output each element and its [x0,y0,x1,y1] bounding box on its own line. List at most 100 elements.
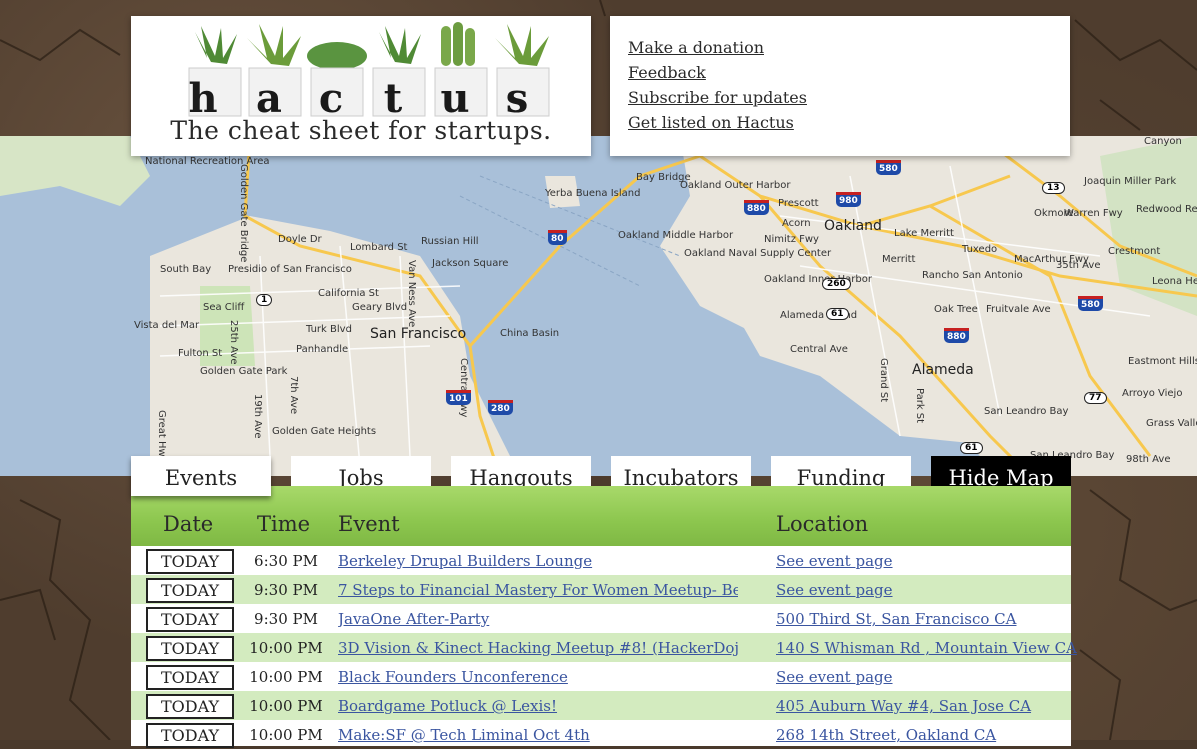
map-label: Lombard St [350,242,408,253]
location-link[interactable]: 500 Third St, San Francisco CA [776,610,1016,628]
tagline: The cheat sheet for startups. [170,116,552,145]
map-label: Doyle Dr [278,234,322,245]
route-oval-icon: 61 [826,308,849,320]
map-label: Golden Gate Park [200,366,288,377]
map-label: Fulton St [178,348,223,359]
map-label: Arroyo Viejo [1122,388,1183,399]
interstate-shield-icon: 880 [744,200,769,215]
event-link[interactable]: Berkeley Drupal Builders Lounge [338,552,738,570]
map-city: Oakland [824,218,882,234]
us-route-shield-icon: 101 [446,390,471,405]
hactus-logo-icon[interactable]: h a c t u s [179,22,551,122]
table-row: TODAY 10:00 PM Black Founders Unconferen… [131,662,1071,691]
interstate-shield-icon: 980 [836,192,861,207]
logo-letter: t [384,75,403,122]
event-time: 9:30 PM [254,610,318,628]
map-label: Vista del Mar [134,320,200,331]
table-row: TODAY 6:30 PM Berkeley Drupal Builders L… [131,546,1071,575]
map-label: California St [318,288,379,299]
route-oval-icon: 1 [256,294,273,306]
table-header: Date Time Event Location [131,486,1071,546]
feedback-link[interactable]: Feedback [628,63,706,82]
event-link[interactable]: Make:SF @ Tech Liminal Oct 4th [338,726,738,744]
events-table: Date Time Event Location TODAY 6:30 PM B… [131,486,1077,749]
event-link[interactable]: 7 Steps to Financial Mastery For Women M… [338,581,738,599]
map-label: Central Fwy [458,358,469,418]
map-label: Prescott [778,198,819,209]
event-link[interactable]: JavaOne After-Party [338,610,738,628]
route-oval-icon: 13 [1042,182,1065,194]
map-label: Joaquin Miller Park [1084,176,1177,187]
links-card: Make a donation Feedback Subscribe for u… [610,16,1070,156]
event-time: 10:00 PM [249,697,323,715]
table-row: TODAY 10:00 PM Make:SF @ Tech Liminal Oc… [131,720,1071,749]
event-link[interactable]: Black Founders Unconference [338,668,738,686]
subscribe-link[interactable]: Subscribe for updates [628,88,807,107]
tab-events[interactable]: Events [131,456,271,496]
map-label: South Bay [160,264,212,275]
map-label: Grand St [878,358,889,403]
logo-letter: a [256,75,282,122]
interstate-shield-icon: 880 [944,328,969,343]
map-label: 19th Ave [252,394,263,439]
date-badge: TODAY [146,578,234,603]
event-link[interactable]: Boardgame Potluck @ Lexis! [338,697,738,715]
location-link[interactable]: 268 14th Street, Oakland CA [776,726,996,744]
bay-area-map[interactable]: National Recreation Area Golden Gate Bri… [0,136,1197,476]
donation-link[interactable]: Make a donation [628,38,764,57]
map-label: China Basin [500,328,560,339]
map-label: Jackson Square [432,258,509,269]
route-oval-icon: 77 [1084,392,1107,404]
map-label: Fruitvale Ave [986,304,1051,315]
map-label: Golden Gate Bridge [238,164,249,263]
map-label: 98th Ave [1126,454,1171,465]
event-time: 9:30 PM [254,581,318,599]
map-label: Golden Gate Heights [272,426,377,437]
map-label: Oak Tree [934,304,978,315]
map-label: Acorn [782,218,811,229]
map-label: Presidio of San Francisco [228,264,352,275]
event-time: 6:30 PM [254,552,318,570]
logo-letter: h [188,75,217,122]
logo-letter: s [506,75,529,122]
map-label: Crestmont [1108,246,1161,257]
logo-letter: c [319,75,343,122]
table-row: TODAY 9:30 PM 7 Steps to Financial Maste… [131,575,1071,604]
event-time: 10:00 PM [249,639,323,657]
table-row: TODAY 9:30 PM JavaOne After-Party 500 Th… [131,604,1071,633]
location-link[interactable]: See event page [776,552,893,570]
map-label: Grass Valley [1146,418,1197,429]
map-label: Merritt [882,254,916,265]
logo-letter: u [440,75,469,122]
map-label: Yerba Buena Island [545,188,641,199]
map-label: Nimitz Fwy [764,234,819,245]
map-label: Turk Blvd [306,324,352,335]
map-label: Eastmont Hills [1128,356,1197,367]
get-listed-link[interactable]: Get listed on Hactus [628,113,794,132]
column-header-date: Date [163,512,214,536]
map-label: Sea Cliff [203,302,245,313]
date-badge: TODAY [146,723,234,748]
date-badge: TODAY [146,636,234,661]
map-label: Okmore [1034,208,1074,219]
table-row: TODAY 10:00 PM Boardgame Potluck @ Lexis… [131,691,1071,720]
map-label: Great Hwy [156,410,167,463]
map-label: San Leandro Bay [984,406,1069,417]
map-label: Oakland Outer Harbor [680,180,791,191]
map-label: Oakland Inner Harbor [764,274,872,285]
event-time: 10:00 PM [249,726,323,744]
map-label: Canyon [1144,136,1182,147]
date-badge: TODAY [146,607,234,632]
location-link[interactable]: 140 S Whisman Rd , Mountain View CA [776,639,1077,657]
event-link[interactable]: 3D Vision & Kinect Hacking Meetup #8! (H… [338,639,738,657]
map-label: National Recreation Area [145,156,270,167]
location-link[interactable]: See event page [776,581,893,599]
column-header-time: Time [257,512,311,536]
location-link[interactable]: 405 Auburn Way #4, San Jose CA [776,697,1031,715]
map-label: 7th Ave [288,376,299,415]
location-link[interactable]: See event page [776,668,893,686]
header-links: Make a donation Feedback Subscribe for u… [610,16,1070,138]
map-label: Panhandle [296,344,349,355]
map-label: Geary Blvd [352,302,408,313]
table-row: TODAY 10:00 PM 3D Vision & Kinect Hackin… [131,633,1077,662]
